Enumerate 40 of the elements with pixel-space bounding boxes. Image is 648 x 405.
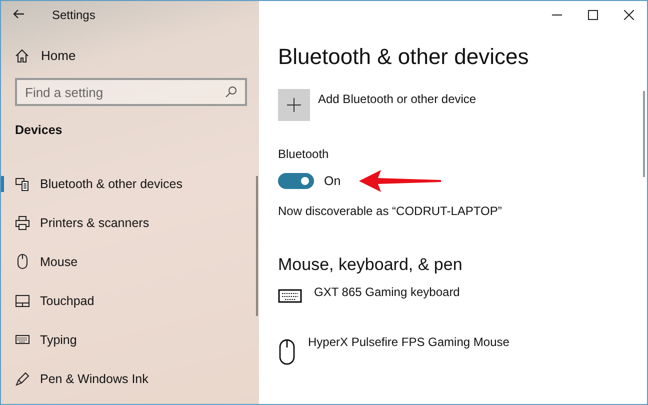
pen-icon xyxy=(15,372,30,386)
nav-item[interactable]: Bluetooth & other devices xyxy=(1,164,259,203)
device-name[interactable]: GXT 865 Gaming keyboard xyxy=(314,285,460,299)
page-title: Bluetooth & other devices xyxy=(278,44,530,70)
nav-label: Bluetooth & other devices xyxy=(40,176,182,190)
nav-item[interactable]: Mouse xyxy=(1,242,259,281)
maximize-icon xyxy=(588,10,598,20)
search-field[interactable]: Find a setting xyxy=(15,78,247,106)
search-icon xyxy=(225,86,237,98)
touchpad-icon xyxy=(15,294,30,306)
discoverable-text: Now discoverable as “CODRUT-LAPTOP” xyxy=(278,204,503,218)
bluetooth-label: Bluetooth xyxy=(278,147,330,161)
nav-label: Mouse xyxy=(40,254,78,268)
device-name[interactable]: HyperX Pulsefire FPS Gaming Mouse xyxy=(308,335,510,349)
nav-item[interactable]: Typing xyxy=(1,320,259,359)
printer-icon xyxy=(15,216,30,230)
section-heading: Devices xyxy=(15,123,64,137)
keyboard-icon xyxy=(278,289,302,303)
nav-label: Typing xyxy=(40,332,77,346)
back-button[interactable] xyxy=(13,9,27,21)
nav-label: Printers & scanners xyxy=(40,216,150,230)
nav-item[interactable]: Printers & scanners xyxy=(1,203,259,242)
plus-icon xyxy=(287,98,301,112)
window-title: Settings xyxy=(52,8,96,22)
nav-label: Pen & Windows Ink xyxy=(40,372,148,386)
nav-label: Touchpad xyxy=(40,294,94,308)
nav-item[interactable]: Touchpad xyxy=(1,281,259,320)
mouse-icon xyxy=(15,254,30,269)
mouse-icon xyxy=(278,339,296,365)
devices-icon xyxy=(15,176,30,190)
add-device-label[interactable]: Add Bluetooth or other device xyxy=(318,92,476,121)
nav-item[interactable]: Pen & Windows Ink xyxy=(1,359,259,398)
bluetooth-toggle[interactable] xyxy=(278,173,314,189)
close-icon xyxy=(624,10,634,20)
section-title: Mouse, keyboard, & pen xyxy=(278,255,464,275)
home-icon xyxy=(15,48,29,62)
add-device-button[interactable] xyxy=(278,89,310,121)
toggle-state: On xyxy=(324,174,341,188)
keyboard-icon xyxy=(15,335,30,344)
home-link[interactable]: Home xyxy=(15,48,76,63)
